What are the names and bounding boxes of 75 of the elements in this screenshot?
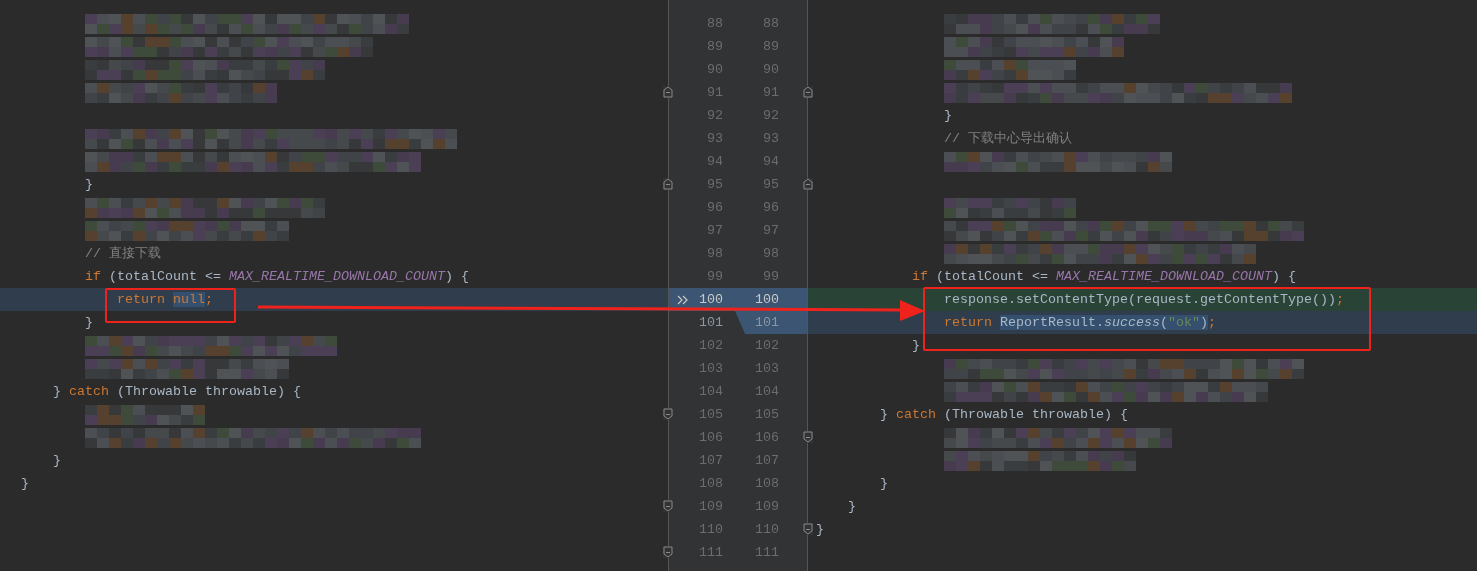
line-number: 96 (762, 200, 779, 215)
line-number: 102 (698, 338, 723, 353)
line-number: 98 (706, 246, 723, 261)
line-number: 107 (698, 453, 723, 468)
line-number: 107 (754, 453, 779, 468)
line-number: 93 (762, 131, 779, 146)
line-number: 108 (698, 476, 723, 491)
line-number: 105 (754, 407, 779, 422)
fold-marker-icon[interactable] (803, 86, 813, 98)
line-number: 110 (754, 522, 779, 537)
line-number: 92 (762, 108, 779, 123)
line-number: 98 (762, 246, 779, 261)
line-number: 99 (762, 269, 779, 284)
line-number: 109 (754, 499, 779, 514)
line-number: 88 (706, 16, 723, 31)
code-line: } catch (Throwable throwable) { (52, 382, 301, 401)
line-number: 101 (754, 315, 779, 330)
fold-marker-icon[interactable] (663, 546, 673, 558)
fold-marker-icon[interactable] (663, 408, 673, 420)
line-number: 89 (706, 39, 723, 54)
line-number: 97 (762, 223, 779, 238)
code-line: return null; (115, 290, 213, 309)
line-number: 91 (762, 85, 779, 100)
line-number: 92 (706, 108, 723, 123)
code-line: } (84, 175, 93, 194)
code-line: if (totalCount <= MAX_REALTIME_DOWNLOAD_COUNT) { (84, 267, 469, 286)
fold-marker-icon[interactable] (803, 178, 813, 190)
code-line: } (847, 497, 856, 516)
chevrons-right-icon[interactable] (677, 294, 689, 305)
code-line: } (879, 474, 888, 493)
code-line: } (942, 106, 952, 125)
line-number: 95 (706, 177, 723, 192)
code-line: } (52, 451, 61, 470)
line-number: 94 (762, 154, 779, 169)
line-number: 102 (754, 338, 779, 353)
line-number: 103 (698, 361, 723, 376)
line-number: 104 (754, 384, 779, 399)
code-line: response.setContentType(request.getContentType()); (942, 290, 1344, 309)
line-number: 90 (706, 62, 723, 77)
line-number: 105 (698, 407, 723, 422)
line-number: 106 (754, 430, 779, 445)
line-number: 93 (706, 131, 723, 146)
line-number: 100 (698, 292, 723, 307)
line-number: 90 (762, 62, 779, 77)
line-number: 104 (698, 384, 723, 399)
line-number: 91 (706, 85, 723, 100)
line-number: 111 (754, 545, 779, 560)
line-number: 96 (706, 200, 723, 215)
line-number: 111 (698, 545, 723, 560)
fold-marker-icon[interactable] (803, 523, 813, 535)
fold-marker-icon[interactable] (663, 178, 673, 190)
fold-marker-icon[interactable] (663, 500, 673, 512)
code-comment: // 下载中心导出确认 (942, 129, 1072, 148)
code-line: } (910, 336, 920, 355)
code-line: } (816, 520, 824, 539)
fold-marker-icon[interactable] (663, 86, 673, 98)
fold-marker-icon[interactable] (803, 431, 813, 443)
line-number: 101 (698, 315, 723, 330)
code-line: } catch (Throwable throwable) { (879, 405, 1128, 424)
code-line: } (21, 474, 29, 493)
line-number: 99 (706, 269, 723, 284)
line-number: 88 (762, 16, 779, 31)
code-line: } (84, 313, 93, 332)
line-number: 97 (706, 223, 723, 238)
code-comment: // 直接下载 (84, 244, 161, 263)
line-number: 89 (762, 39, 779, 54)
line-number: 100 (754, 292, 779, 307)
line-number: 106 (698, 430, 723, 445)
line-number: 95 (762, 177, 779, 192)
line-number: 110 (698, 522, 723, 537)
line-number: 94 (706, 154, 723, 169)
line-number: 103 (754, 361, 779, 376)
code-line: if (totalCount <= MAX_REALTIME_DOWNLOAD_COUNT) { (910, 267, 1296, 286)
line-number: 109 (698, 499, 723, 514)
line-number: 108 (754, 476, 779, 491)
